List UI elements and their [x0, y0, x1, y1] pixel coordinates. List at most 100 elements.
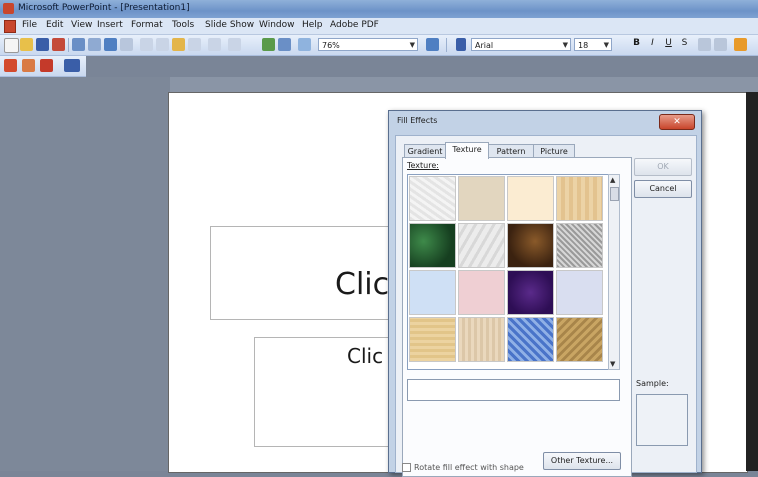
- tab-texture[interactable]: Texture: [445, 142, 489, 159]
- scroll-thumb[interactable]: [610, 187, 619, 201]
- chevron-down-icon: ▼: [562, 41, 568, 49]
- research-icon[interactable]: [120, 38, 133, 51]
- dialog-body: Gradient Texture Pattern Picture Texture…: [395, 135, 697, 477]
- texture-pink-tissue-paper[interactable]: [458, 270, 505, 315]
- title-bar: Microsoft PowerPoint - [Presentation1]: [0, 0, 758, 18]
- texture-green-marble[interactable]: [409, 223, 456, 268]
- texture-blue-tissue-paper[interactable]: [409, 270, 456, 315]
- open-icon[interactable]: [20, 38, 33, 51]
- texture-name-field: [407, 379, 620, 401]
- grip-icon[interactable]: [64, 59, 80, 72]
- options-icon[interactable]: [734, 38, 747, 51]
- fill-effects-dialog: Fill Effects ✕ Gradient Texture Pattern …: [388, 110, 702, 477]
- align-left-icon[interactable]: [698, 38, 711, 51]
- menu-window[interactable]: Window: [259, 20, 295, 30]
- underline-icon[interactable]: U: [662, 38, 675, 51]
- grip-icon[interactable]: [456, 38, 466, 51]
- texture-parchment[interactable]: [507, 176, 554, 221]
- texture-label: Texture:: [407, 161, 439, 170]
- document-icon[interactable]: [4, 20, 16, 33]
- sample-label: Sample:: [636, 379, 669, 388]
- window-edge: [746, 92, 758, 471]
- align-center-icon[interactable]: [714, 38, 727, 51]
- toolbar-separator: [68, 38, 69, 52]
- chevron-down-icon: ▼: [409, 41, 415, 49]
- convert-pdf-icon[interactable]: [4, 59, 17, 72]
- menu-insert[interactable]: Insert: [97, 20, 123, 30]
- pdf-toolbar: [0, 56, 86, 77]
- copy-icon[interactable]: [156, 38, 169, 51]
- paste-icon[interactable]: [172, 38, 185, 51]
- texture-scrollbar[interactable]: ▲ ▼: [608, 174, 620, 370]
- menu-help[interactable]: Help: [302, 20, 323, 30]
- shadow-icon[interactable]: S: [678, 38, 691, 51]
- menu-edit[interactable]: Edit: [46, 20, 63, 30]
- insert-table-icon[interactable]: [278, 38, 291, 51]
- menu-slide-show[interactable]: Slide Show: [205, 20, 254, 30]
- permission-icon[interactable]: [52, 38, 65, 51]
- undo-icon[interactable]: [208, 38, 221, 51]
- menu-adobe-pdf[interactable]: Adobe PDF: [330, 20, 379, 30]
- scroll-down-icon[interactable]: ▼: [610, 360, 615, 368]
- title-placeholder-text: Clic: [335, 267, 390, 302]
- review-pdf-icon[interactable]: [40, 59, 53, 72]
- powerpoint-icon: [3, 3, 14, 14]
- insert-chart-icon[interactable]: [262, 38, 275, 51]
- font-value: Arial: [475, 41, 494, 50]
- texture-white-marble[interactable]: [458, 223, 505, 268]
- texture-granite[interactable]: [556, 223, 603, 268]
- sample-preview: [636, 394, 688, 446]
- zoom-combo[interactable]: 76% ▼: [318, 38, 418, 51]
- dialog-title: Fill Effects: [397, 116, 438, 125]
- cancel-button[interactable]: Cancel: [634, 180, 692, 198]
- texture-papyrus[interactable]: [556, 176, 603, 221]
- window-title: Microsoft PowerPoint - [Presentation1]: [18, 3, 190, 13]
- zoom-value: 76%: [322, 41, 340, 50]
- toolbar-separator: [446, 38, 447, 52]
- close-icon[interactable]: ✕: [659, 114, 695, 130]
- texture-newsprint[interactable]: [409, 176, 456, 221]
- chevron-down-icon: ▼: [603, 41, 609, 49]
- menu-format[interactable]: Format: [131, 20, 163, 30]
- color-grayscale-icon[interactable]: [298, 38, 311, 51]
- texture-canvas[interactable]: [409, 317, 456, 362]
- other-texture-button[interactable]: Other Texture...: [543, 452, 621, 470]
- standard-toolbar: 76% ▼ Arial ▼ 18 ▼ B I U S: [0, 35, 758, 56]
- font-size-value: 18: [578, 41, 589, 50]
- save-icon[interactable]: [36, 38, 49, 51]
- texture-recycled-paper[interactable]: [458, 176, 505, 221]
- menu-bar: File Edit View Insert Format Tools Slide…: [0, 18, 758, 35]
- email-pdf-icon[interactable]: [22, 59, 35, 72]
- preview-icon[interactable]: [88, 38, 101, 51]
- texture-brown-marble[interactable]: [507, 223, 554, 268]
- font-combo[interactable]: Arial ▼: [471, 38, 571, 51]
- slides-pane[interactable]: [0, 77, 170, 471]
- menu-file[interactable]: File: [22, 20, 37, 30]
- menu-view[interactable]: View: [71, 20, 92, 30]
- tab-gradient[interactable]: Gradient: [404, 144, 446, 158]
- cut-icon[interactable]: [140, 38, 153, 51]
- texture-grid: [407, 174, 609, 370]
- tab-pattern[interactable]: Pattern: [488, 144, 534, 158]
- spelling-icon[interactable]: [104, 38, 117, 51]
- texture-fish-fossil[interactable]: [556, 317, 603, 362]
- scroll-up-icon[interactable]: ▲: [610, 176, 615, 184]
- tab-picture[interactable]: Picture: [533, 144, 575, 158]
- redo-icon[interactable]: [228, 38, 241, 51]
- italic-icon[interactable]: I: [646, 38, 659, 51]
- bold-icon[interactable]: B: [630, 38, 643, 51]
- font-size-combo[interactable]: 18 ▼: [574, 38, 612, 51]
- print-icon[interactable]: [72, 38, 85, 51]
- help-icon[interactable]: [426, 38, 439, 51]
- ok-button[interactable]: OK: [634, 158, 692, 176]
- texture-water-droplets[interactable]: [507, 317, 554, 362]
- texture-woven-mat[interactable]: [458, 317, 505, 362]
- texture-bouquet[interactable]: [556, 270, 603, 315]
- menu-tools[interactable]: Tools: [172, 20, 194, 30]
- texture-panel: Texture: ▲ ▼ Other Texture...: [402, 157, 632, 477]
- subtitle-placeholder-text: Clic: [347, 344, 384, 368]
- title-placeholder[interactable]: Clic: [210, 226, 412, 320]
- texture-purple-mesh[interactable]: [507, 270, 554, 315]
- format-painter-icon[interactable]: [188, 38, 201, 51]
- new-icon[interactable]: [4, 38, 19, 53]
